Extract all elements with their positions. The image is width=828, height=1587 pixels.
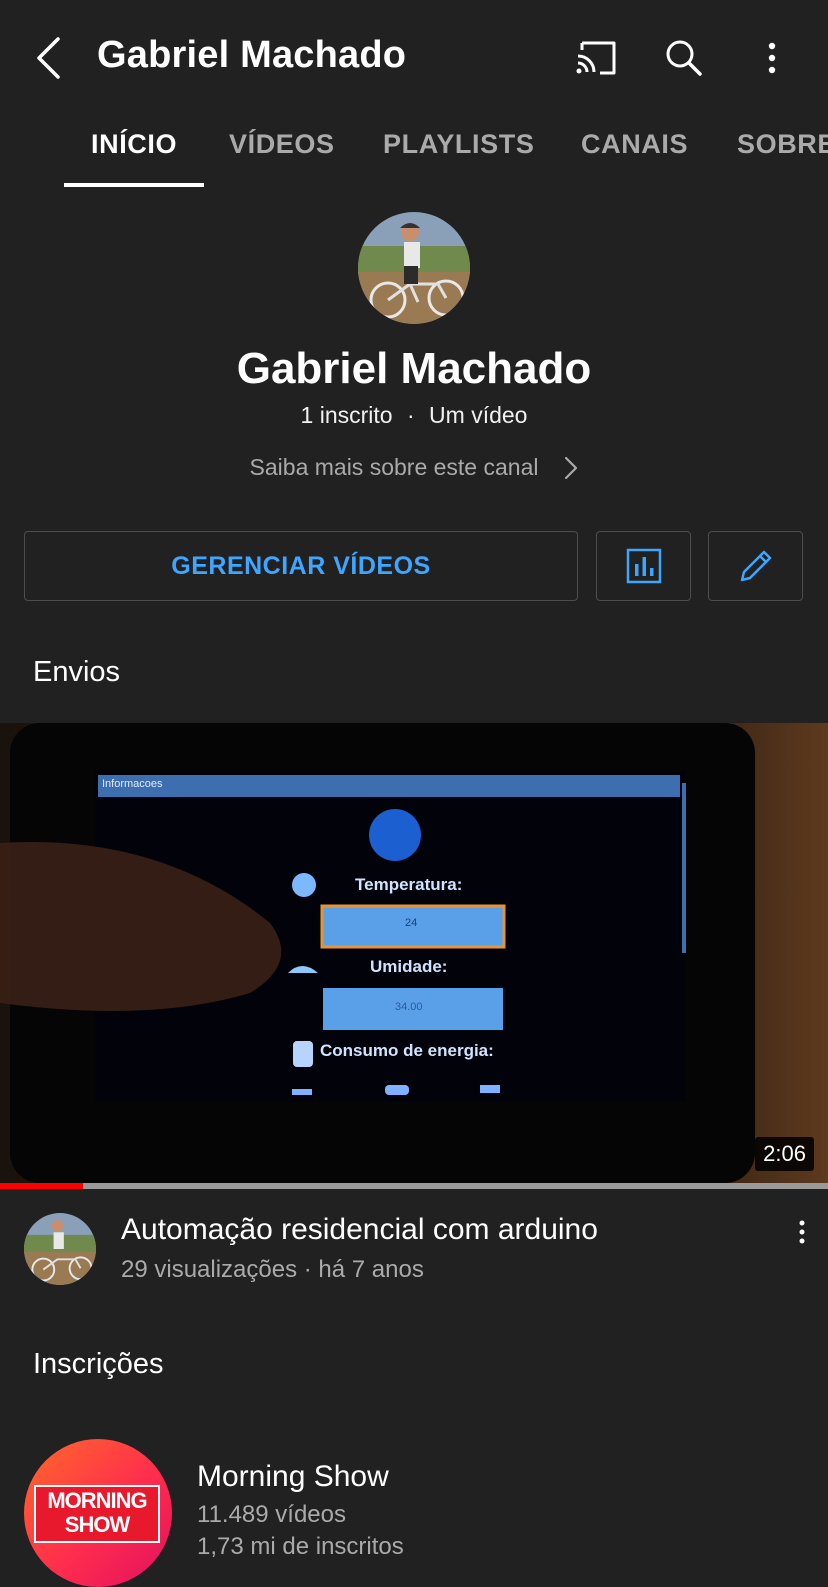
more-options-button[interactable] [752, 30, 792, 86]
search-icon [666, 40, 702, 76]
tab-canais[interactable]: CANAIS [581, 129, 688, 160]
tab-videos[interactable]: VÍDEOS [229, 129, 335, 160]
about-channel-link[interactable]: Saiba mais sobre este canal [0, 454, 828, 481]
search-button[interactable] [656, 30, 712, 86]
uploads-section-title: Envios [33, 656, 121, 688]
more-vertical-icon [768, 42, 776, 74]
more-vertical-icon [799, 1220, 805, 1244]
subscription-video-count: 11.489 vídeos [197, 1501, 347, 1528]
thumbnail-humidity-value: 34.00 [395, 1001, 423, 1013]
tab-inicio[interactable]: INÍCIO [91, 129, 177, 160]
thumbnail-humidity-label: Umidade: [370, 957, 448, 976]
watch-progress-fill [0, 1183, 83, 1189]
watch-progress-bar [0, 1183, 828, 1189]
chevron-left-icon [37, 37, 60, 79]
subscriber-count: 1 inscrito [300, 402, 393, 428]
analytics-icon [626, 548, 661, 584]
channel-avatar [358, 212, 470, 324]
subscription-name[interactable]: Morning Show [197, 1460, 389, 1494]
back-button[interactable] [22, 30, 74, 86]
subscriptions-section-title: Inscrições [33, 1348, 164, 1380]
tab-sobre[interactable]: SOBRE [737, 129, 828, 160]
app-bar-title: Gabriel Machado [97, 34, 407, 76]
analytics-button[interactable] [596, 531, 691, 601]
channel-tabs: INÍCIO VÍDEOS PLAYLISTS CANAIS SOBRE [0, 115, 828, 190]
subscription-avatar-morning-show[interactable]: MORNING SHOW [24, 1439, 172, 1587]
top-app-bar: Gabriel Machado [0, 0, 828, 115]
video-channel-avatar[interactable] [24, 1213, 96, 1285]
manage-videos-button[interactable]: GERENCIAR VÍDEOS [24, 531, 578, 601]
video-count: Um vídeo [429, 402, 528, 428]
edit-channel-button[interactable] [708, 531, 803, 601]
chevron-right-icon [565, 456, 578, 479]
cast-button[interactable] [568, 32, 624, 84]
channel-name: Gabriel Machado [236, 344, 592, 393]
active-tab-indicator [64, 183, 204, 187]
video-more-button[interactable] [786, 1214, 818, 1250]
stats-separator: · [406, 402, 415, 428]
cast-icon [576, 41, 616, 75]
pencil-icon [740, 550, 771, 582]
tab-playlists[interactable]: PLAYLISTS [383, 129, 534, 160]
subscription-subscriber-count: 1,73 mi de inscritos [197, 1533, 404, 1560]
thumbnail-topbar-text: Informacoes [102, 778, 163, 790]
video-title[interactable]: Automação residencial com arduino [121, 1213, 598, 1247]
thumbnail-energy-label: Consumo de energia: [320, 1041, 494, 1060]
thumbnail-temperature-label: Temperatura: [355, 875, 463, 894]
video-meta: 29 visualizações · há 7 anos [121, 1256, 424, 1283]
morning-show-logo: MORNING SHOW [34, 1485, 160, 1543]
video-duration: 2:06 [755, 1137, 814, 1171]
video-thumbnail[interactable]: Informacoes Temperatura: 24 Umidade: 34.… [0, 723, 828, 1183]
about-channel-label: Saiba mais sobre este canal [249, 454, 539, 480]
channel-stats: 1 inscrito · Um vídeo [0, 402, 828, 429]
thumbnail-temperature-value: 24 [405, 917, 418, 929]
